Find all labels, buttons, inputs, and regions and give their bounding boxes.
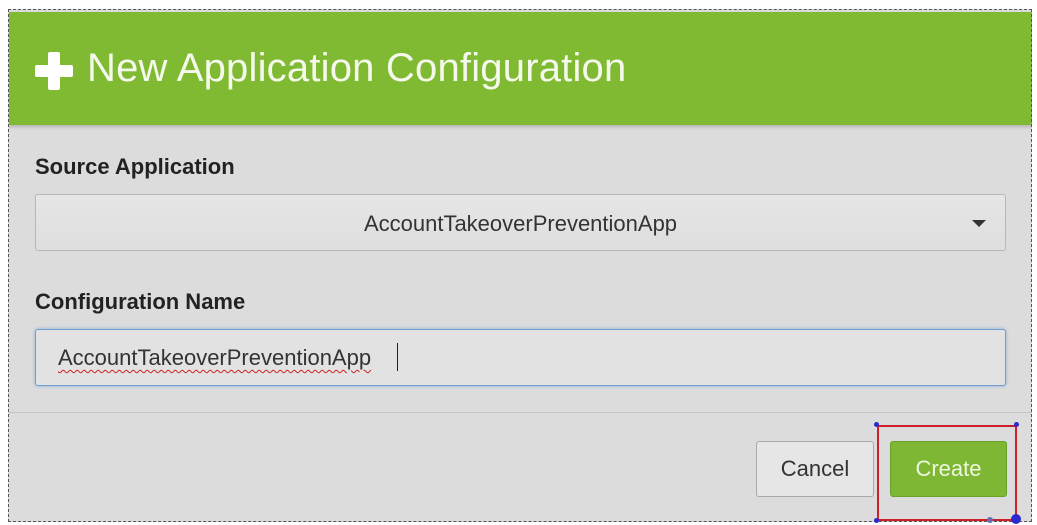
source-application-select[interactable]: AccountTakeoverPreventionApp [35,194,1006,251]
resize-handle [1014,422,1019,427]
configuration-name-label: Configuration Name [35,289,246,314]
resize-handle [874,422,879,427]
plus-icon [35,52,73,90]
create-button-highlight [877,425,1017,521]
configuration-name-value[interactable]: AccountTakeoverPreventionApp [58,345,371,371]
text-cursor [397,343,398,371]
chevron-down-icon[interactable] [972,220,986,227]
source-application-label: Source Application [35,154,235,179]
dialog-right-edge [1031,9,1033,522]
dialog-header: New Application Configuration [9,12,1032,125]
dialog-title: New Application Configuration [87,46,627,90]
footer-divider [9,412,1032,413]
resize-handle [874,518,879,523]
resize-handle [987,517,993,523]
resize-handle [1011,514,1021,524]
source-application-selected-value: AccountTakeoverPreventionApp [363,211,678,236]
screen: New Application Configuration Source App… [0,0,1037,525]
cancel-button[interactable]: Cancel [756,441,874,497]
